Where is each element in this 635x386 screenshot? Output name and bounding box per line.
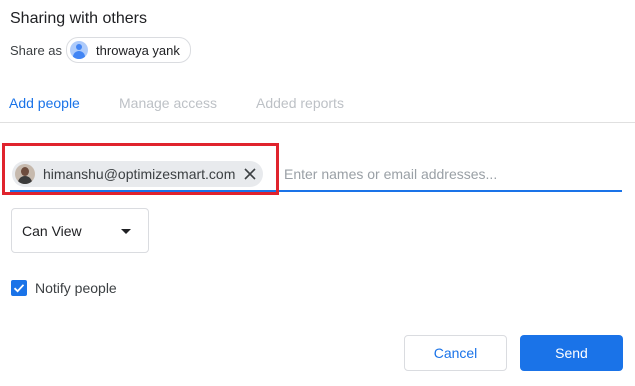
tab-bar: Add people Manage access Added reports [0, 86, 635, 123]
notify-checkbox[interactable] [11, 280, 27, 296]
caret-down-icon [121, 229, 131, 234]
tab-manage-access[interactable]: Manage access [119, 95, 217, 111]
recipient-avatar-icon [15, 164, 35, 184]
cancel-button[interactable]: Cancel [404, 335, 507, 371]
recipient-email: himanshu@optimizesmart.com [43, 166, 236, 182]
account-avatar-icon [70, 41, 89, 59]
close-icon[interactable] [243, 167, 257, 181]
tab-add-people[interactable]: Add people [9, 95, 80, 111]
recipient-field: himanshu@optimizesmart.com [10, 158, 622, 192]
share-as-label: Share as [10, 42, 63, 58]
share-as-row: Share as throwaya yank [10, 37, 191, 63]
recipient-input[interactable] [284, 162, 614, 186]
dialog-title: Sharing with others [10, 10, 147, 27]
notify-row: Notify people [11, 279, 117, 297]
tab-added-reports[interactable]: Added reports [256, 95, 344, 111]
notify-label: Notify people [35, 280, 117, 296]
role-dropdown[interactable]: Can View [11, 208, 149, 253]
account-chip[interactable]: throwaya yank [66, 37, 191, 63]
role-selected: Can View [22, 222, 82, 239]
check-icon [13, 284, 25, 293]
recipient-chip[interactable]: himanshu@optimizesmart.com [12, 161, 264, 187]
account-name: throwaya yank [96, 42, 180, 58]
send-button[interactable]: Send [520, 335, 623, 371]
share-dialog: Sharing with others Share as throwaya ya… [0, 0, 635, 386]
